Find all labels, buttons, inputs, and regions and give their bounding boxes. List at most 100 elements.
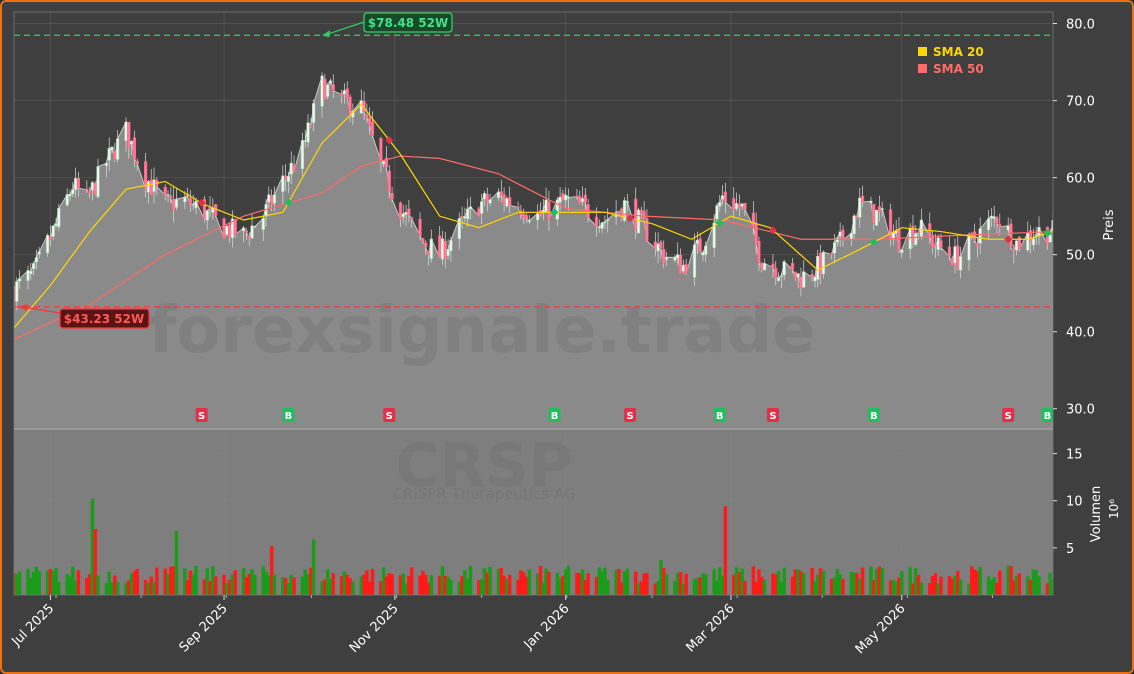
buy-signal-label: B [716, 411, 724, 422]
legend-label: SMA 20 [933, 45, 984, 59]
watermark: forexsignale.trade [149, 294, 816, 368]
candle-body [916, 231, 921, 234]
candle-body [460, 215, 464, 218]
candle-body [188, 198, 193, 206]
candle-body [566, 197, 571, 199]
candle-body [505, 198, 509, 207]
candle-body [485, 194, 489, 203]
candle-body [253, 226, 257, 228]
candle-body [989, 215, 993, 219]
candle-body [345, 88, 349, 99]
volume-bar [802, 573, 806, 595]
candle-body [429, 238, 433, 259]
candle-body [127, 121, 131, 148]
candle-body [606, 219, 610, 221]
candle-body [858, 197, 862, 218]
candle-body [776, 277, 781, 282]
candle-body [813, 276, 817, 282]
candle-body [796, 273, 800, 278]
candle-body [410, 217, 414, 219]
candle-body [1012, 249, 1016, 252]
candle-body [555, 199, 559, 220]
candle-body [956, 245, 960, 270]
candle-body [32, 263, 36, 270]
candle-body [446, 249, 450, 256]
candle-body [37, 251, 41, 255]
candle-body [522, 213, 526, 219]
candle-body [113, 150, 117, 160]
candle-body [71, 189, 75, 195]
candle-body [695, 239, 699, 244]
candle-body [267, 194, 271, 203]
candle-body [387, 170, 391, 192]
candle-body [684, 263, 688, 274]
candle-body [15, 281, 19, 302]
volume-bar [919, 582, 924, 595]
candle-body [222, 218, 226, 239]
volume-bar [664, 574, 669, 595]
candle-body [908, 228, 912, 250]
candle-body [967, 233, 971, 261]
candle-body [617, 210, 621, 213]
candle-body [737, 203, 741, 208]
candle-body [169, 195, 173, 198]
volume-bar [704, 574, 708, 595]
volume-bar [37, 571, 41, 595]
candle-body [426, 250, 431, 256]
candle-body [659, 241, 663, 249]
candle-body [950, 258, 954, 265]
candle-body [96, 166, 100, 198]
price-tick-label: 50.0 [1066, 249, 1095, 264]
candle-body [284, 175, 288, 179]
candle-body [272, 194, 277, 204]
candle-body [762, 263, 767, 271]
candle-body [421, 238, 425, 242]
candle-body [718, 202, 722, 207]
buy-signal-label: B [870, 411, 878, 422]
candle-body [790, 263, 795, 270]
candle-body [286, 175, 291, 183]
candle-body [508, 197, 512, 206]
candle-body [830, 253, 834, 256]
x-tick-label: Sep 2025 [177, 601, 231, 655]
candle-body [933, 243, 937, 247]
candle-body [900, 249, 904, 254]
candle-body [799, 276, 803, 289]
candle-body [939, 240, 943, 248]
candle-body [88, 190, 92, 194]
volume-axis-label: Volumen [1089, 486, 1104, 543]
candle-body [340, 93, 344, 95]
candle-body [1009, 223, 1013, 248]
candle-body [597, 226, 601, 229]
price-tick-label: 30.0 [1066, 403, 1095, 418]
candle-body [953, 246, 957, 264]
candle-body [821, 251, 825, 275]
volume-bar [351, 581, 355, 595]
candle-body [65, 194, 69, 206]
volume-axis-unit: 10⁶ [1107, 499, 1121, 519]
volume-bar [958, 579, 963, 595]
volume-bar [468, 566, 473, 595]
volume-bar [429, 575, 434, 595]
candle-body [54, 223, 58, 227]
volume-bar [390, 574, 394, 595]
candle-body [1031, 238, 1035, 246]
volume-bar [547, 571, 551, 595]
volume-bar [900, 571, 904, 595]
candle-body [438, 235, 442, 258]
candle-body [872, 204, 876, 224]
legend-label: SMA 50 [933, 62, 984, 76]
volume-bar [527, 569, 532, 595]
candle-body [482, 193, 487, 200]
legend-swatch [918, 47, 927, 56]
candle-body [664, 256, 669, 260]
candle-body [172, 198, 176, 211]
candle-body [986, 218, 991, 231]
volume-bar [978, 567, 982, 595]
candle-body [502, 194, 506, 204]
candle-body [468, 206, 473, 210]
candle-body [888, 209, 893, 241]
candle-body [191, 203, 195, 206]
candle-body [704, 245, 708, 255]
candle-body [443, 240, 447, 259]
